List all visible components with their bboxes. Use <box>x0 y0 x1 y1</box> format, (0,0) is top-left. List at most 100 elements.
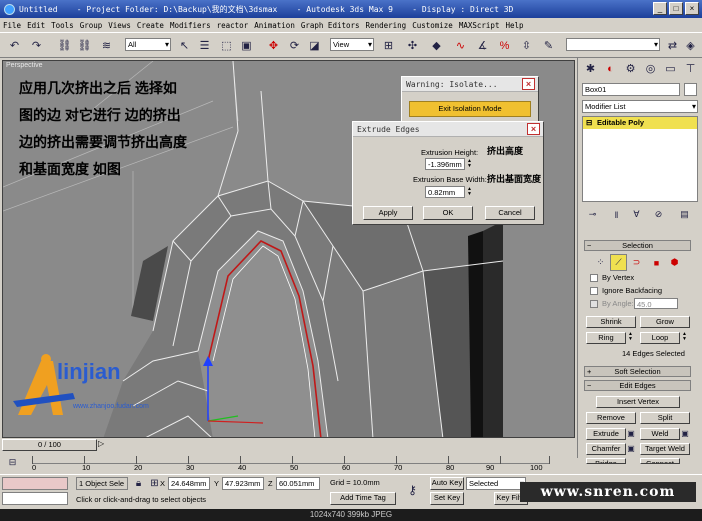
angle-snap-icon[interactable]: ∡ <box>474 37 491 54</box>
lock-selection-icon[interactable]: 🔒︎ <box>130 475 147 492</box>
modifier-list-dropdown[interactable]: Modifier List <box>582 100 698 113</box>
motion-tab-icon[interactable]: ◎ <box>642 60 659 77</box>
connect-button[interactable]: Connect <box>640 458 680 464</box>
add-time-tag-button[interactable]: Add Time Tag <box>330 492 396 505</box>
snaps-toggle-icon[interactable]: ∿ <box>452 37 469 54</box>
display-tab-icon[interactable]: ▭ <box>662 60 679 77</box>
modify-tab-icon[interactable]: ◐ <box>602 60 619 77</box>
chamfer-button[interactable]: Chamfer <box>586 443 626 455</box>
select-object-icon[interactable]: ↖ <box>176 37 193 54</box>
create-tab-icon[interactable]: ✱ <box>582 60 599 77</box>
maximize-button[interactable]: □ <box>669 2 683 15</box>
configure-sets-icon[interactable]: ▤ <box>676 206 693 223</box>
keyboard-shortcut-icon[interactable]: ◆ <box>428 37 445 54</box>
time-slider[interactable]: 0 / 100 ▷ <box>0 438 575 452</box>
select-and-rotate-icon[interactable]: ⟳ <box>286 37 303 54</box>
extrusion-height-field[interactable]: -1.396mm <box>425 158 465 170</box>
reference-coordinate-dropdown[interactable]: View <box>330 38 374 51</box>
maxscript-input[interactable] <box>2 492 68 505</box>
apply-button[interactable]: Apply <box>363 206 413 220</box>
insert-vertex-button[interactable]: Insert Vertex <box>596 396 680 408</box>
next-frame-icon[interactable]: ▷ <box>98 439 104 448</box>
selection-rollout-header[interactable]: − Selection <box>584 240 691 251</box>
select-and-scale-icon[interactable]: ◪ <box>306 37 323 54</box>
grow-button[interactable]: Grow <box>640 316 690 328</box>
utilities-tab-icon[interactable]: ⊤ <box>682 60 699 77</box>
menu-create[interactable]: Create <box>137 21 164 30</box>
by-vertex-checkbox[interactable] <box>590 274 598 282</box>
viewport-label[interactable]: Perspective <box>6 62 43 69</box>
extrusion-base-width-spinner[interactable]: ▲ ▼ <box>466 187 473 198</box>
object-color-swatch[interactable] <box>684 83 697 96</box>
cancel-button[interactable]: Cancel <box>485 206 535 220</box>
menu-animation[interactable]: Animation <box>254 21 295 30</box>
bridge-button[interactable]: Bridge <box>586 458 626 464</box>
auto-key-button[interactable]: Auto Key <box>430 477 464 490</box>
unlink-icon[interactable]: ⛓ <box>76 37 93 54</box>
element-mode-icon[interactable]: ⬢ <box>666 254 683 271</box>
set-key-button[interactable]: Set Key <box>430 492 464 505</box>
make-unique-icon[interactable]: ∀ <box>628 206 645 223</box>
rectangular-selection-icon[interactable]: ⬚ <box>218 37 235 54</box>
select-and-move-icon[interactable]: ✥ <box>265 37 282 54</box>
time-slider-thumb[interactable]: 0 / 100 <box>2 439 97 451</box>
named-selection-sets-dropdown[interactable] <box>566 38 660 51</box>
border-mode-icon[interactable]: ⊃ <box>628 254 645 271</box>
menu-rendering[interactable]: Rendering <box>366 21 407 30</box>
extrusion-base-width-field[interactable]: 0.82mm <box>425 186 465 198</box>
show-end-result-icon[interactable]: ‖ <box>608 206 625 223</box>
menu-maxscript[interactable]: MAXScript <box>459 21 500 30</box>
spinner-snap-icon[interactable]: ⇳ <box>518 37 535 54</box>
loop-spinner[interactable]: ▲ ▼ <box>681 332 688 343</box>
x-coordinate-field[interactable]: 24.648mm <box>168 477 210 490</box>
select-manipulate-icon[interactable]: ✣ <box>404 37 421 54</box>
expand-icon[interactable]: ⊟ <box>586 117 592 129</box>
soft-selection-rollout-header[interactable]: + Soft Selection <box>584 366 691 377</box>
remove-modifier-icon[interactable]: ⊘ <box>650 206 667 223</box>
menu-reactor[interactable]: reactor <box>217 21 249 30</box>
ignore-backfacing-checkbox[interactable] <box>590 287 598 295</box>
extrude-close-icon[interactable]: × <box>527 123 540 135</box>
angle-value-field[interactable]: 45.0 <box>634 298 678 309</box>
extrude-button[interactable]: Extrude <box>586 428 626 440</box>
track-bar-menu-icon[interactable]: ⊟ <box>4 454 21 471</box>
menu-tools[interactable]: Tools <box>51 21 74 30</box>
select-by-name-icon[interactable]: ☰ <box>196 37 213 54</box>
selection-filter-dropdown[interactable]: All <box>125 38 171 51</box>
extrusion-height-spinner[interactable]: ▲ ▼ <box>466 159 473 170</box>
undo-icon[interactable]: ↶ <box>6 37 23 54</box>
target-weld-button[interactable]: Target Weld <box>640 443 690 455</box>
isolate-close-icon[interactable]: × <box>522 78 535 90</box>
split-button[interactable]: Split <box>640 412 690 424</box>
menu-views[interactable]: Views <box>108 21 131 30</box>
ring-button[interactable]: Ring <box>586 332 626 344</box>
menu-edit[interactable]: Edit <box>27 21 45 30</box>
percent-snap-icon[interactable]: % <box>496 37 513 54</box>
weld-settings-icon[interactable]: ▣ <box>680 426 690 440</box>
key-icon[interactable]: ⚷ <box>404 481 421 498</box>
menu-group[interactable]: Group <box>80 21 103 30</box>
hierarchy-tab-icon[interactable]: ⚙ <box>622 60 639 77</box>
y-coordinate-field[interactable]: 47.923mm <box>222 477 264 490</box>
shrink-button[interactable]: Shrink <box>586 316 636 328</box>
bind-space-warp-icon[interactable]: ≋ <box>98 37 115 54</box>
named-selection-icon[interactable]: ✎ <box>540 37 557 54</box>
stack-item-editable-poly[interactable]: Editable Poly ⊟ <box>583 117 697 129</box>
menu-graph-editors[interactable]: Graph Editors <box>301 21 360 30</box>
menu-help[interactable]: Help <box>505 21 523 30</box>
z-coordinate-field[interactable]: 60.051mm <box>276 477 320 490</box>
ok-button[interactable]: OK <box>423 206 473 220</box>
mirror-icon[interactable]: ⇄ <box>664 37 681 54</box>
window-crossing-icon[interactable]: ▣ <box>238 37 255 54</box>
chamfer-settings-icon[interactable]: ▣ <box>626 441 636 455</box>
by-angle-checkbox[interactable] <box>590 300 598 308</box>
menu-customize[interactable]: Customize <box>412 21 453 30</box>
object-name-field[interactable]: Box01 <box>582 83 680 96</box>
align-icon[interactable]: ◈ <box>682 37 699 54</box>
extrude-settings-icon[interactable]: ▣ <box>626 426 636 440</box>
close-button[interactable]: × <box>685 2 699 15</box>
redo-icon[interactable]: ↷ <box>28 37 45 54</box>
track-bar[interactable]: ⊟ 0 10 20 30 40 50 60 70 80 90 100 <box>0 452 575 474</box>
edit-edges-rollout-header[interactable]: − Edit Edges <box>584 380 691 391</box>
menu-modifiers[interactable]: Modifiers <box>170 21 211 30</box>
